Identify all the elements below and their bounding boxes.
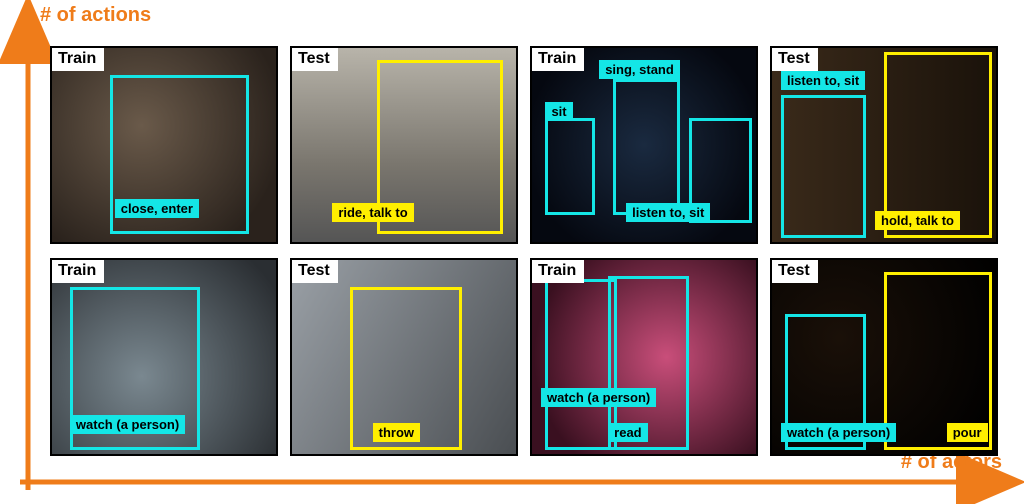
- split-tag: Train: [532, 48, 584, 71]
- action-label: hold, talk to: [875, 211, 960, 230]
- split-tag: Test: [772, 48, 818, 71]
- panel-r1c1: Test throw: [290, 258, 518, 456]
- bounding-box: [613, 79, 680, 215]
- action-label: watch (a person): [781, 423, 896, 442]
- panel-r1c0: Train watch (a person): [50, 258, 278, 456]
- panel-r0c3: Testlisten to, sit hold, talk to: [770, 46, 998, 244]
- panel-r1c2: Train watch (a person) read: [530, 258, 758, 456]
- action-label: watch (a person): [70, 415, 185, 434]
- split-tag: Train: [532, 260, 584, 283]
- panel-r1c3: Test watch (a person) pour: [770, 258, 998, 456]
- panel-r0c2: Train sit sing, stand listen to, sit: [530, 46, 758, 244]
- split-tag: Test: [772, 260, 818, 283]
- bounding-box: [781, 95, 866, 239]
- bounding-box: [545, 118, 594, 215]
- action-label: throw: [373, 423, 420, 442]
- action-label: close, enter: [115, 199, 199, 218]
- split-tag: Test: [292, 260, 338, 283]
- action-label: sing, stand: [599, 60, 680, 79]
- action-label: watch (a person): [541, 388, 656, 407]
- split-tag: Train: [52, 260, 104, 283]
- panel-r0c1: Test ride, talk to: [290, 46, 518, 244]
- action-label: sit: [545, 102, 572, 121]
- action-label: pour: [947, 423, 988, 442]
- panel-r0c0: Train close, enter: [50, 46, 278, 244]
- action-label: listen to, sit: [626, 203, 710, 222]
- action-label: listen to, sit: [781, 71, 865, 90]
- y-axis-label: # of actions: [40, 4, 151, 27]
- bounding-box: [545, 279, 617, 450]
- panel-grid: Train close, enter Test ride, talk to Trai…: [44, 38, 1004, 468]
- action-label: read: [608, 423, 647, 442]
- split-tag: Train: [52, 48, 104, 71]
- split-tag: Test: [292, 48, 338, 71]
- action-label: ride, talk to: [332, 203, 413, 222]
